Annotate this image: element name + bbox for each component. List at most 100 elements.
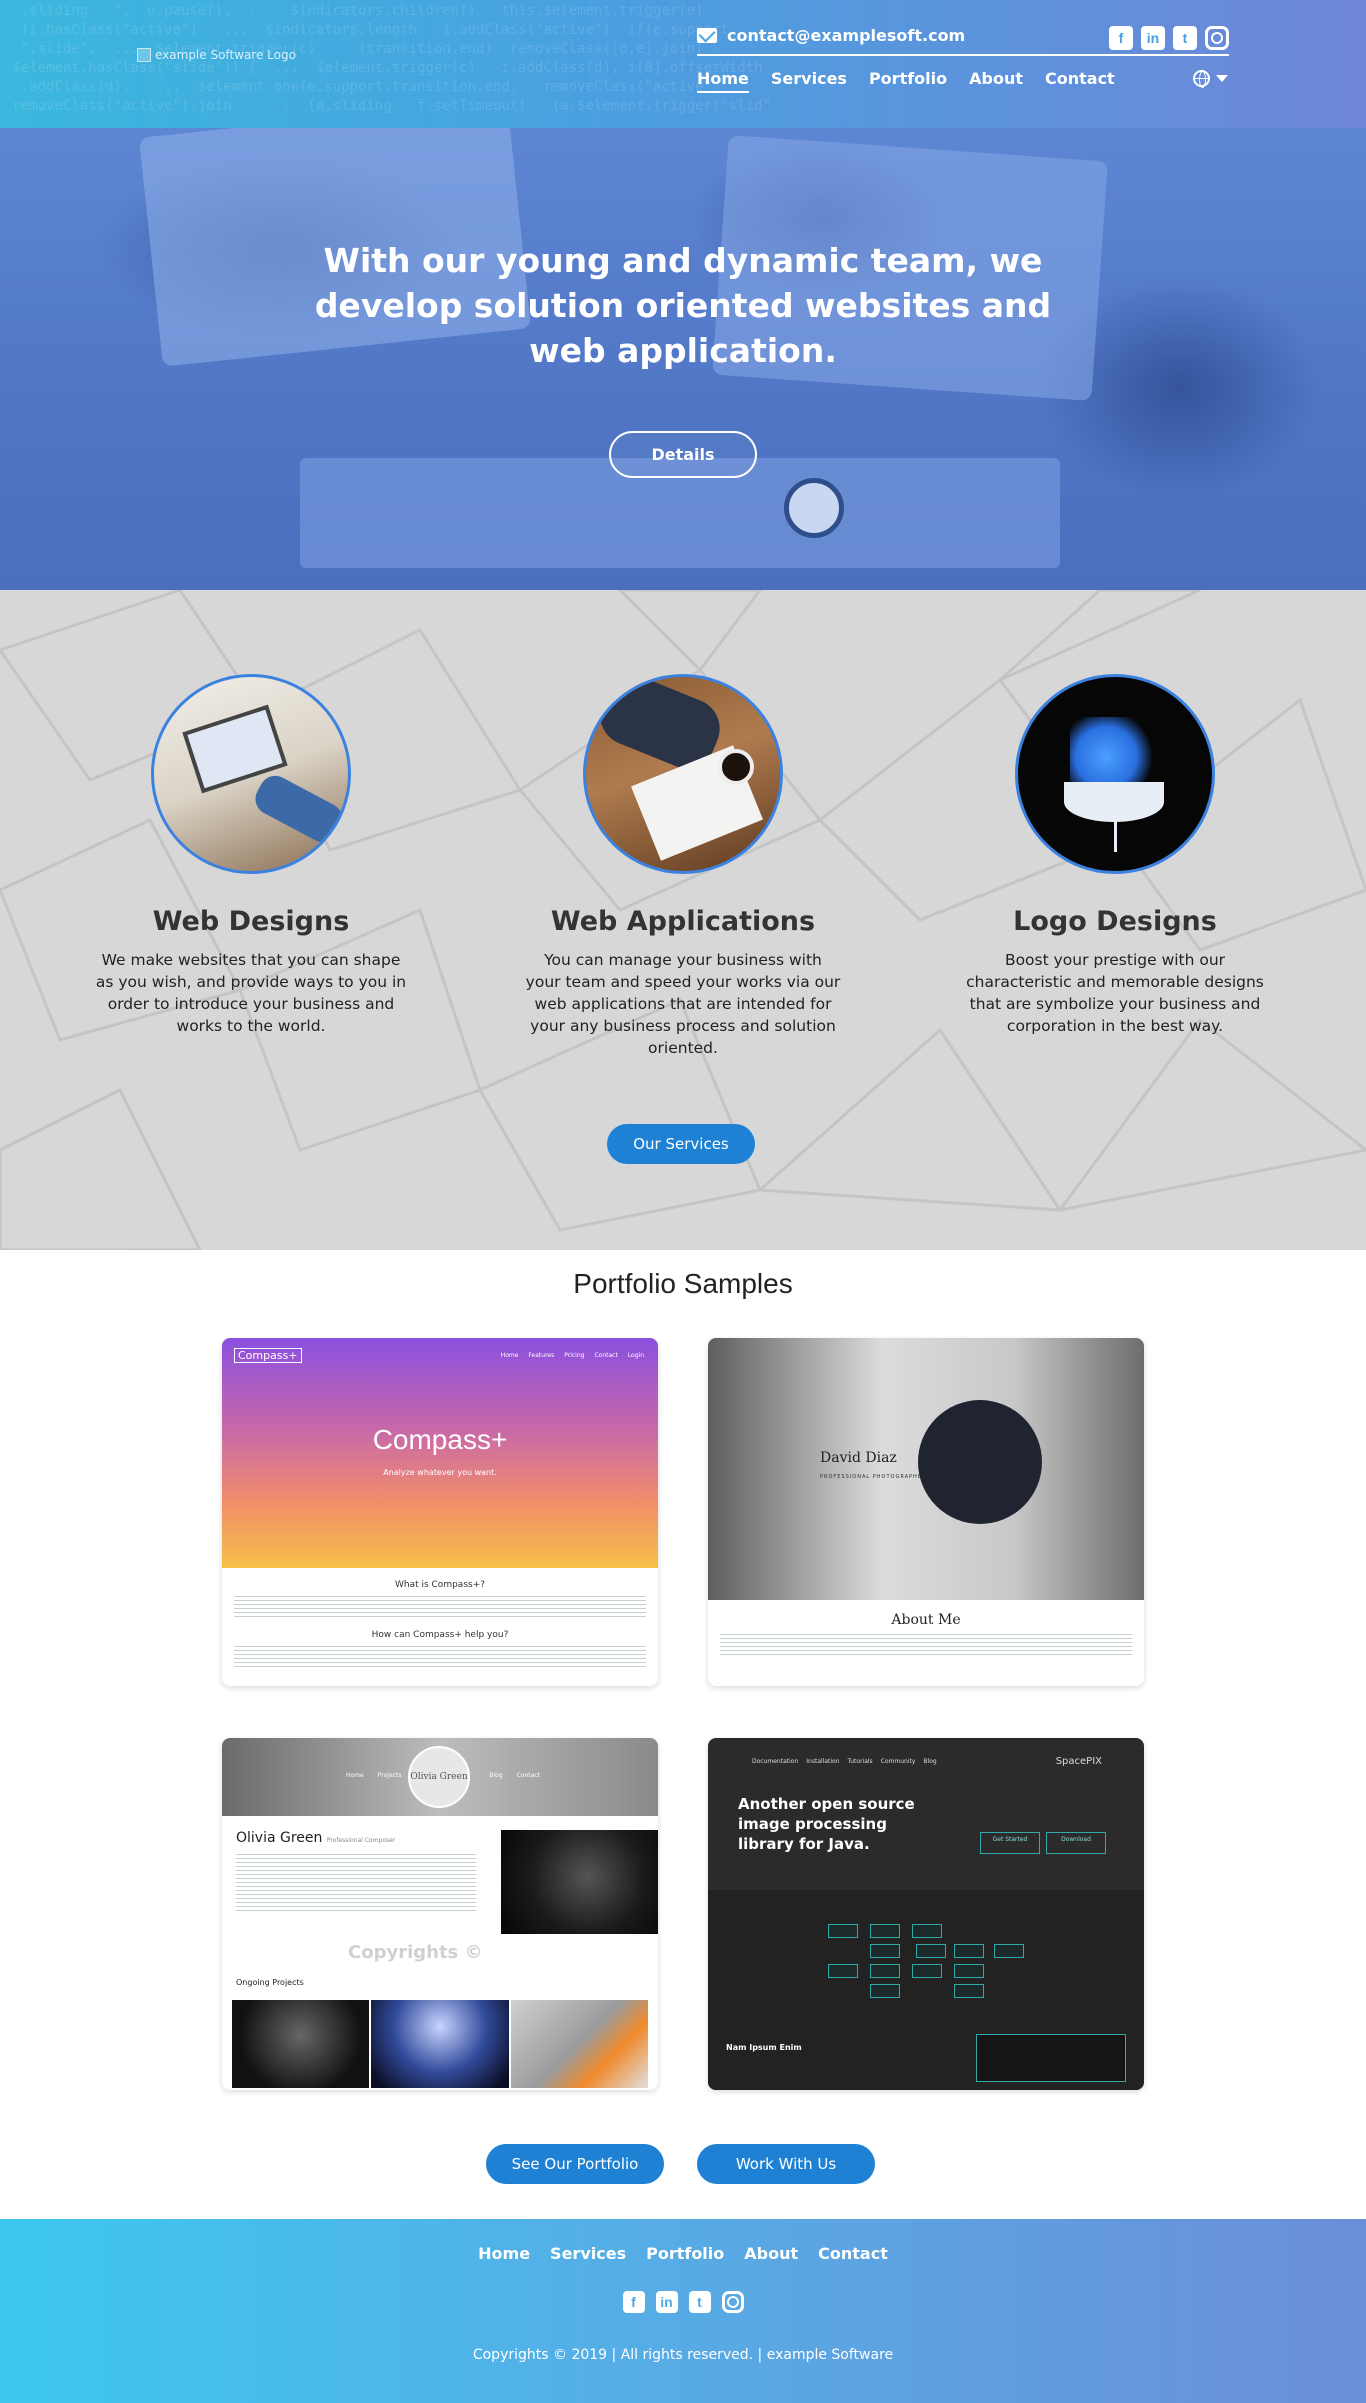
card-headline: Compass+ (372, 1424, 508, 1455)
project-thumbnails (232, 2000, 648, 2088)
card-nav-item: Blog (489, 1772, 503, 1779)
nav-services[interactable]: Services (771, 69, 847, 93)
card-body-text (720, 1634, 1132, 1656)
card-brand: Compass+ (234, 1348, 302, 1363)
web-designs-image (151, 674, 351, 874)
email-text: contact@examplesoft.com (727, 26, 966, 45)
card-download: Download (1046, 1832, 1106, 1854)
twitter-icon[interactable]: t (1173, 26, 1197, 50)
card-logo: Olivia Green (408, 1746, 470, 1808)
service-title: Web Applications (550, 906, 816, 937)
hero-headline: With our young and dynamic team, we deve… (314, 241, 1052, 370)
portfolio-card-compass[interactable]: Compass+ Home Features Pricing Contact L… (222, 1338, 658, 1686)
services-section: Web Designs We make websites that you ca… (0, 590, 1366, 1250)
diagram-node (870, 1984, 900, 1998)
header-social-links: f in t (1109, 26, 1229, 50)
header-topbar: contact@examplesoft.com f in t (697, 26, 1229, 56)
nav-about[interactable]: About (969, 69, 1023, 93)
portfolio-card-spacepix[interactable]: Documentation Installation Tutorials Com… (708, 1738, 1144, 2090)
service-text: We make websites that you can shape as y… (95, 951, 407, 1035)
details-button[interactable]: Details (609, 431, 757, 478)
portfolio-card-composer[interactable]: Home Projects Blog Contact Olivia Green … (222, 1738, 658, 2090)
umbrella-handle-shape (1114, 797, 1117, 852)
footer-nav-portfolio[interactable]: Portfolio (646, 2244, 724, 2263)
instagram-icon[interactable] (721, 2291, 744, 2313)
watermark-text: Copyrights © (348, 1942, 483, 1963)
portfolio-card-photographer[interactable]: David Diaz PROFESSIONAL PHOTOGRAPHER Abo… (708, 1338, 1144, 1686)
card-nav-item: Community (880, 1758, 916, 1765)
service-title: Web Designs (152, 906, 350, 937)
footer-nav-services[interactable]: Services (550, 2244, 626, 2263)
ongoing-projects-heading: Ongoing Projects (236, 1978, 304, 1987)
site-footer: Home Services Portfolio About Contact f … (0, 2219, 1366, 2403)
footer-nav-home[interactable]: Home (478, 2244, 530, 2263)
card-name: David Diaz (820, 1450, 897, 1466)
card-section-title: Nam Ipsum Enim (726, 2043, 802, 2052)
card-body-text (236, 1854, 476, 1914)
code-background: .sliding ", o.pause(), ... $indicators.c… (12, 3, 772, 114)
card-nav-item: Installation (806, 1758, 840, 1765)
logo-alt-text: example Software Logo (155, 48, 296, 62)
footer-nav-about[interactable]: About (744, 2244, 798, 2263)
card-nav-item: Login (627, 1352, 644, 1359)
linkedin-icon[interactable]: in (655, 2291, 678, 2313)
globe-icon (1193, 70, 1210, 88)
chevron-down-icon (1216, 75, 1228, 82)
our-services-button[interactable]: Our Services (607, 1124, 755, 1164)
card-body-text (234, 1646, 646, 1668)
card-body-text (234, 1596, 646, 1618)
card-brand: SpacePIX (1055, 1756, 1102, 1767)
portfolio-title: Portfolio Samples (573, 1268, 793, 1299)
nav-contact[interactable]: Contact (1045, 69, 1115, 93)
twitter-icon[interactable]: t (688, 2291, 711, 2313)
project-thumb (371, 2000, 509, 2088)
portrait-circle (918, 1400, 1042, 1524)
footer-nav: Home Services Portfolio About Contact (0, 2244, 1366, 2263)
portfolio-section: Portfolio Samples Compass+ Home Features… (0, 1250, 1366, 2219)
diagram-node (954, 1984, 984, 1998)
card-nav-item: Contact (594, 1352, 618, 1359)
site-logo[interactable]: example Software Logo (137, 48, 296, 62)
card-nav-item: Tutorials (847, 1758, 873, 1765)
diagram-node (912, 1964, 942, 1978)
language-selector[interactable] (1193, 70, 1228, 88)
linkedin-icon[interactable]: in (1141, 26, 1165, 50)
card-subtitle: Analyze whatever you want. (383, 1468, 497, 1477)
service-text: You can manage your business with your t… (525, 951, 841, 1057)
card-nav-item: Projects (377, 1772, 402, 1779)
card-name: Olivia Green (236, 1830, 323, 1846)
work-with-us-button[interactable]: Work With Us (697, 2144, 875, 2184)
instagram-icon[interactable] (1205, 26, 1229, 50)
logo-designs-image (1015, 674, 1215, 874)
service-web-applications: Web Applications You can manage your bus… (513, 674, 853, 1059)
footer-nav-contact[interactable]: Contact (818, 2244, 888, 2263)
card-question: How can Compass+ help you? (371, 1630, 509, 1640)
facebook-icon[interactable]: f (622, 2291, 645, 2313)
email-link[interactable]: contact@examplesoft.com (697, 26, 965, 45)
diagram-node (828, 1924, 858, 1938)
nav-home[interactable]: Home (697, 69, 749, 93)
card-hero: David Diaz PROFESSIONAL PHOTOGRAPHER (708, 1338, 1144, 1600)
main-nav: Home Services Portfolio About Contact (697, 69, 1115, 93)
service-text: Boost your prestige with our characteris… (966, 951, 1264, 1035)
card-nav-item: Documentation (752, 1758, 799, 1765)
card-nav-item: Home (500, 1352, 519, 1359)
card-nav-item: Contact (516, 1772, 540, 1779)
code-snippet (976, 2034, 1126, 2082)
project-thumb (232, 2000, 370, 2088)
footer-social-links: f in t (0, 2291, 1366, 2313)
singer-photo (501, 1830, 658, 1934)
card-nav: Documentation Installation Tutorials Com… (752, 1758, 937, 1765)
card-nav: Home Features Pricing Contact Login (501, 1352, 644, 1359)
card-headline: Another open source image processing lib… (738, 1795, 915, 1853)
nav-portfolio[interactable]: Portfolio (869, 69, 947, 93)
web-applications-image (583, 674, 783, 874)
diagram-node (870, 1944, 900, 1958)
service-title: Logo Designs (1013, 906, 1217, 937)
card-role: PROFESSIONAL PHOTOGRAPHER (820, 1474, 927, 1480)
facebook-icon[interactable]: f (1109, 26, 1133, 50)
service-logo-designs: Logo Designs Boost your prestige with ou… (945, 674, 1285, 1037)
card-name-block: Olivia Green Professional Composer (236, 1830, 395, 1846)
see-our-portfolio-button[interactable]: See Our Portfolio (486, 2144, 664, 2184)
service-web-designs: Web Designs We make websites that you ca… (81, 674, 421, 1037)
